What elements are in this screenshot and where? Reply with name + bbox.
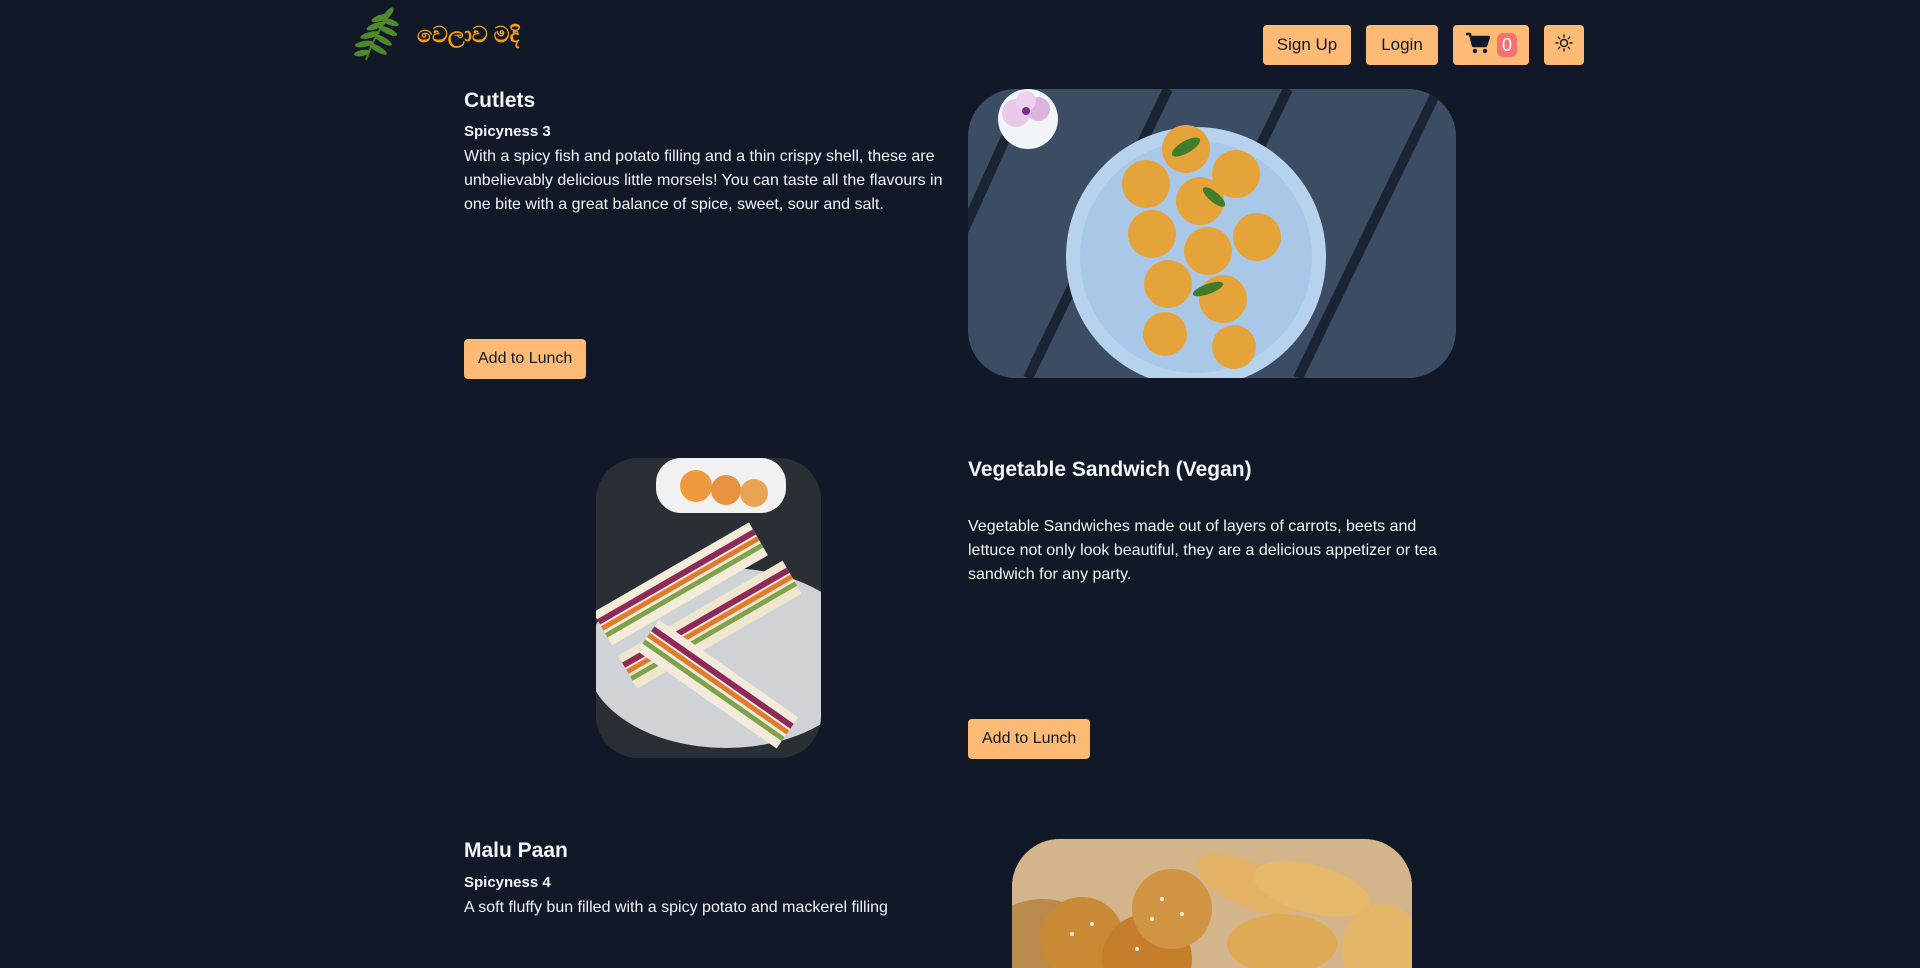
- sun-icon: [1555, 33, 1573, 57]
- item-description: With a spicy fish and potato filling and…: [464, 148, 943, 213]
- add-to-lunch-button[interactable]: Add to Lunch: [968, 719, 1091, 759]
- brand-name[interactable]: වෙලාව මදි: [417, 22, 519, 48]
- sandwich-image: [596, 458, 821, 758]
- item-title: Vegetable Sandwich (Vegan): [968, 458, 1252, 481]
- cart-button[interactable]: 0: [1453, 25, 1529, 65]
- malu-paan-image: [1012, 839, 1412, 968]
- add-to-lunch-button[interactable]: Add to Lunch: [464, 339, 587, 379]
- login-button[interactable]: Login: [1366, 25, 1438, 65]
- item-title: Cutlets: [464, 89, 536, 112]
- cart-count-badge: 0: [1496, 33, 1517, 57]
- item-title: Malu Paan: [464, 839, 568, 862]
- item-description: A soft fluffy bun filled with a spicy po…: [464, 899, 888, 916]
- header: වෙලාව මදි Sign Up Login 0: [0, 0, 1920, 88]
- theme-toggle-button[interactable]: [1544, 25, 1584, 65]
- cart-icon: [1465, 32, 1491, 59]
- item-spicyness: Spicyness 4: [464, 874, 551, 891]
- cutlets-image: [968, 89, 1456, 378]
- sign-up-button[interactable]: Sign Up: [1263, 25, 1351, 65]
- item-spicyness: Spicyness 3: [464, 123, 551, 140]
- leaf-logo-icon[interactable]: [352, 6, 402, 62]
- item-description: Vegetable Sandwiches made out of layers …: [968, 518, 1437, 583]
